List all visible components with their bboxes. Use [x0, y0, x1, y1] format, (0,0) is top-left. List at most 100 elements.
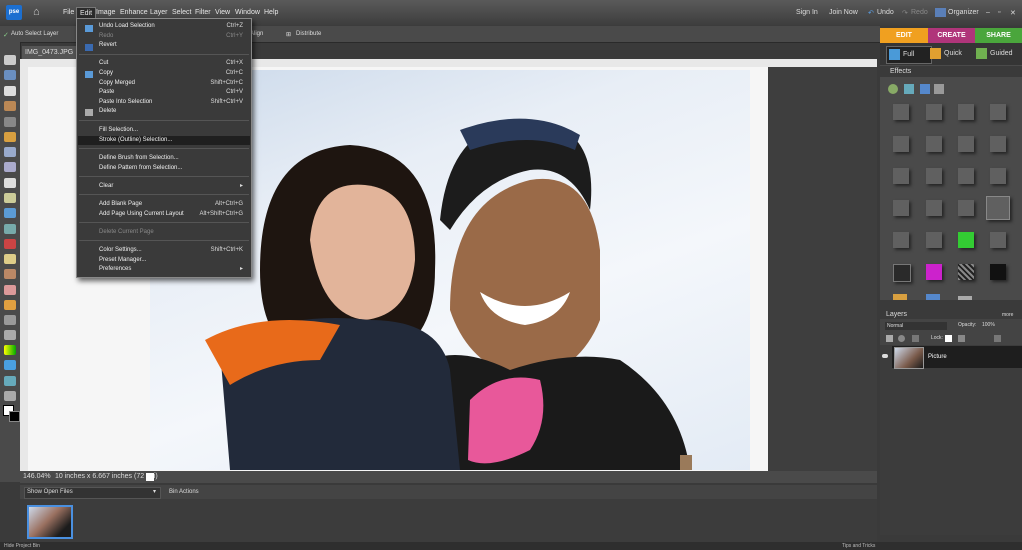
layers-header[interactable]: Layers — [880, 310, 1022, 319]
menu-item-paste-into-selection[interactable]: Paste Into Selection — [99, 99, 152, 105]
menu-item-revert[interactable]: Revert — [99, 42, 117, 48]
undo-button[interactable]: Undo — [877, 9, 894, 16]
magic-wand-tool-icon[interactable] — [4, 147, 16, 157]
marquee-tool-icon[interactable] — [4, 117, 16, 127]
red-eye-tool-icon[interactable] — [4, 239, 16, 249]
menu-item-redo[interactable]: Redo — [99, 33, 113, 39]
redo-icon[interactable]: ↷ — [902, 9, 908, 17]
effect-thumbnail[interactable] — [958, 200, 974, 216]
menu-item-copy-merged[interactable]: Copy Merged — [99, 80, 135, 86]
effect-thumbnail[interactable] — [893, 232, 909, 248]
restore-icon[interactable]: ▫ — [998, 9, 1000, 16]
menu-item-fill-selection[interactable]: Fill Selection... — [99, 127, 138, 133]
new-layer-icon[interactable] — [886, 335, 893, 342]
paint-bucket-tool-icon[interactable] — [4, 330, 16, 340]
opacity-value[interactable]: 100% — [982, 322, 995, 328]
menu-item-paste[interactable]: Paste — [99, 89, 114, 95]
tab-edit[interactable]: EDIT — [880, 28, 928, 43]
menu-item-delete-current-page[interactable]: Delete Current Page — [99, 229, 154, 235]
tab-create[interactable]: CREATE — [928, 28, 975, 43]
subtab-quick[interactable]: Quick — [928, 46, 978, 62]
menu-item-add-blank-page[interactable]: Add Blank Page — [99, 201, 142, 207]
checkbox-icon[interactable]: ✓ — [3, 31, 9, 39]
blur-tool-icon[interactable] — [4, 376, 16, 386]
quick-selection-tool-icon[interactable] — [4, 162, 16, 172]
effect-thumbnail[interactable] — [926, 232, 942, 248]
subtab-full[interactable]: Full — [886, 46, 932, 64]
filters-icon[interactable] — [888, 84, 898, 94]
zoom-tool-icon[interactable] — [4, 70, 16, 80]
hand-tool-icon[interactable] — [4, 86, 16, 96]
effect-thumbnail[interactable] — [958, 232, 974, 248]
background-color-swatch[interactable] — [9, 411, 20, 422]
auto-select-label[interactable]: Auto Select Layer — [11, 31, 58, 37]
layer-styles-icon[interactable] — [904, 84, 914, 94]
effect-thumbnail[interactable] — [958, 168, 974, 184]
effect-thumbnail[interactable] — [893, 264, 911, 282]
lock-transparency-icon[interactable] — [945, 335, 952, 342]
subtab-guided[interactable]: Guided — [974, 46, 1022, 62]
crop-tool-icon[interactable] — [4, 193, 16, 203]
trash-icon[interactable] — [994, 335, 1001, 342]
menu-item-add-page-layout[interactable]: Add Page Using Current Layout — [99, 211, 184, 217]
tips-and-tricks-link[interactable]: Tips and Tricks — [842, 543, 875, 549]
effect-thumbnail[interactable] — [926, 168, 942, 184]
organizer-icon[interactable] — [935, 8, 946, 17]
menu-item-copy[interactable]: Copy — [99, 70, 113, 76]
menu-view[interactable]: View — [215, 9, 230, 16]
align-button[interactable]: Align — [250, 31, 263, 37]
link-layers-icon[interactable] — [912, 335, 919, 342]
eyedropper-tool-icon[interactable] — [4, 101, 16, 111]
organizer-button[interactable]: Organizer — [948, 9, 979, 16]
menu-filter[interactable]: Filter — [195, 9, 211, 16]
effect-thumbnail[interactable] — [926, 200, 942, 216]
menu-select[interactable]: Select — [172, 9, 191, 16]
document-tab[interactable]: IMG_0473.JPG @ 1 — [22, 46, 80, 69]
menu-window[interactable]: Window — [235, 9, 260, 16]
effect-thumbnail[interactable] — [990, 264, 1006, 280]
eraser-tool-icon[interactable] — [4, 285, 16, 295]
sponge-tool-icon[interactable] — [4, 391, 16, 401]
effect-thumbnail[interactable] — [926, 136, 942, 152]
effect-thumbnail[interactable] — [990, 168, 1006, 184]
menu-help[interactable]: Help — [264, 9, 278, 16]
document-info[interactable]: 10 inches x 6.667 inches (72 ppi) — [55, 473, 158, 480]
effect-thumbnail[interactable] — [958, 136, 974, 152]
minimize-icon[interactable]: – — [986, 9, 990, 16]
effects-header[interactable]: Effects — [880, 66, 1022, 77]
effect-thumbnail[interactable] — [990, 232, 1006, 248]
menu-item-cut[interactable]: Cut — [99, 60, 108, 66]
photo-effects-icon[interactable] — [920, 84, 930, 94]
straighten-tool-icon[interactable] — [4, 224, 16, 234]
menu-item-preset-manager[interactable]: Preset Manager... — [99, 257, 146, 263]
menu-item-color-settings[interactable]: Color Settings... — [99, 247, 142, 253]
lock-all-icon[interactable] — [958, 335, 965, 342]
hide-project-bin-button[interactable]: Hide Project Bin — [4, 543, 40, 549]
menu-item-clear[interactable]: Clear — [99, 183, 113, 189]
effect-thumbnail[interactable] — [958, 296, 972, 300]
join-now-link[interactable]: Join Now — [829, 9, 858, 16]
type-tool-icon[interactable] — [4, 178, 16, 188]
effect-thumbnail-selected[interactable] — [986, 196, 1010, 220]
healing-brush-tool-icon[interactable] — [4, 254, 16, 264]
effect-thumbnail[interactable] — [926, 104, 942, 120]
smart-brush-tool-icon[interactable] — [4, 315, 16, 325]
layer-name[interactable]: Picture — [928, 354, 947, 360]
redo-button[interactable]: Redo — [911, 9, 928, 16]
brush-tool-icon[interactable] — [4, 300, 16, 310]
effect-thumbnail[interactable] — [893, 200, 909, 216]
menu-item-undo[interactable]: Undo Load Selection — [99, 23, 155, 29]
close-icon[interactable]: ✕ — [1010, 9, 1016, 17]
home-icon[interactable]: ⌂ — [33, 6, 45, 18]
shape-tool-icon[interactable] — [4, 360, 16, 370]
adjustment-layer-icon[interactable] — [898, 335, 905, 342]
sign-in-link[interactable]: Sign In — [796, 9, 818, 16]
effect-thumbnail[interactable] — [990, 104, 1006, 120]
all-effects-icon[interactable] — [934, 84, 944, 94]
lasso-tool-icon[interactable] — [4, 132, 16, 142]
effect-thumbnail[interactable] — [958, 264, 974, 280]
layers-more-button[interactable]: more — [1002, 312, 1013, 318]
zoom-level[interactable]: 146.04% — [23, 473, 51, 480]
menu-image[interactable]: Image — [96, 9, 115, 16]
cookie-cutter-tool-icon[interactable] — [4, 208, 16, 218]
